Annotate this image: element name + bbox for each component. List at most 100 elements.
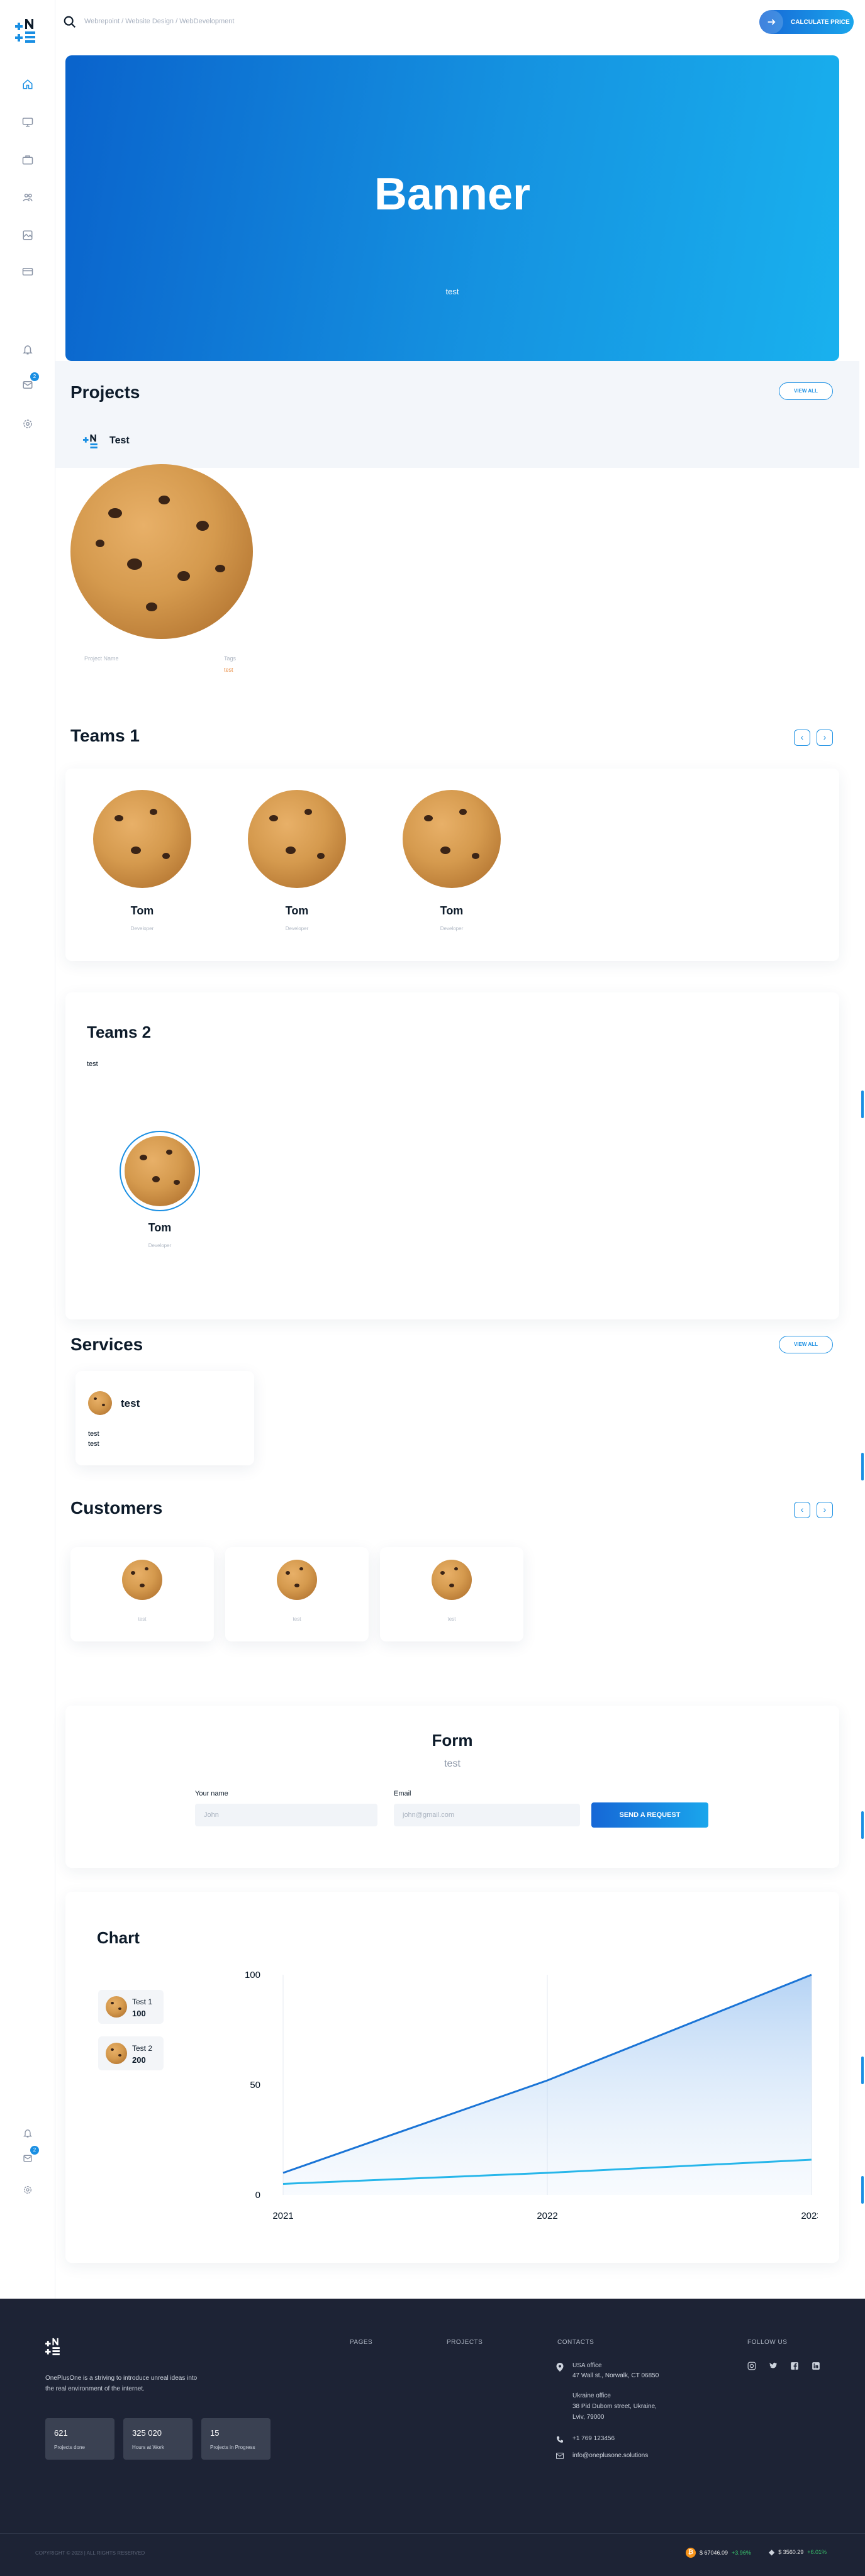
customer-card[interactable]: test — [225, 1547, 369, 1641]
usa-office-address: 47 Wall st., Norwalk, CT 06850 — [572, 2372, 659, 2379]
email-input[interactable] — [394, 1804, 580, 1826]
instagram-icon[interactable] — [747, 2362, 756, 2370]
customer-card[interactable]: test — [70, 1547, 214, 1641]
scroll-marker — [861, 1811, 864, 1839]
service-line: test — [88, 1430, 99, 1438]
teams1-title: Teams 1 — [70, 726, 140, 745]
customers-title: Customers — [70, 1498, 163, 1518]
card-icon[interactable] — [19, 263, 36, 280]
banner-title: Banner — [374, 169, 531, 219]
legend-name: Test 2 — [132, 2044, 153, 2053]
facebook-icon[interactable] — [790, 2362, 799, 2370]
legend-name: Test 1 — [132, 1997, 153, 2006]
email[interactable]: info@oneplusone.solutions — [572, 2450, 648, 2461]
teams2-title: Teams 2 — [87, 1023, 152, 1041]
monitor-icon[interactable] — [19, 113, 36, 131]
btc-change: +3.96% — [732, 2550, 751, 2556]
name-input[interactable] — [195, 1804, 377, 1826]
project-tag[interactable]: test — [224, 667, 233, 673]
footer-tagline: OnePlusOne is a striving to introduce un… — [45, 2375, 198, 2392]
y-tick-label: 100 — [245, 1970, 260, 1980]
breadcrumb[interactable]: Webrepoint / Website Design / WebDevelop… — [84, 18, 234, 25]
area-chart: 2021 2022 2023 0 50 100 — [245, 1970, 818, 2221]
teams1-prev-button[interactable]: ‹ — [794, 730, 810, 746]
team-member-role: Developer — [148, 1243, 172, 1248]
teams2-description: test — [87, 1060, 98, 1068]
footer-logo[interactable] — [45, 2336, 64, 2355]
service-name: test — [121, 1397, 140, 1409]
team-member-name: Tom — [130, 904, 154, 917]
scroll-marker — [861, 2057, 864, 2084]
customer-logo — [277, 1560, 317, 1600]
follow-heading: FOLLOW US — [747, 2339, 788, 2346]
stat-card: 15 Projects in Progress — [201, 2418, 271, 2460]
form-title: Form — [432, 1731, 473, 1750]
team-member-photo[interactable] — [248, 790, 346, 888]
phone[interactable]: +1 769 123456 — [572, 2433, 615, 2444]
gear-icon[interactable] — [19, 415, 36, 433]
service-line: test — [88, 1440, 99, 1448]
project-meta-label: Project Name — [84, 655, 119, 662]
eth-ticker: ◆ $ 3560.29 +6.01% — [769, 2548, 827, 2557]
twitter-icon[interactable] — [769, 2362, 778, 2370]
customers-next-button[interactable]: › — [817, 1502, 833, 1518]
users-icon[interactable] — [19, 189, 36, 206]
customer-name: test — [447, 1616, 456, 1622]
btc-ticker: ₿ $ 67046.09 +3.96% — [686, 2548, 751, 2558]
form-panel: Form test Your name Email SEND A REQUEST — [65, 1706, 839, 1868]
customer-card[interactable]: test — [380, 1547, 523, 1641]
email-icon — [556, 2453, 564, 2459]
mail-icon[interactable]: 2 — [19, 372, 39, 394]
projects-title: Projects — [70, 382, 140, 402]
mail-badge: 2 — [30, 2146, 39, 2155]
scroll-marker — [861, 1453, 864, 1480]
linkedin-icon[interactable] — [812, 2362, 820, 2370]
send-request-button[interactable]: SEND A REQUEST — [591, 1802, 708, 1828]
projects-view-all-button[interactable]: VIEW ALL — [779, 382, 833, 400]
customer-logo — [432, 1560, 472, 1600]
team-member-role: Developer — [440, 926, 464, 931]
stat-value: 325 020 — [132, 2428, 162, 2438]
team-member-photo[interactable] — [125, 1136, 195, 1206]
customers-prev-button[interactable]: ‹ — [794, 1502, 810, 1518]
search-icon[interactable] — [63, 15, 77, 29]
logo[interactable] — [15, 16, 42, 43]
team-member-name: Tom — [285, 904, 309, 917]
phone-icon — [557, 2436, 563, 2443]
chart-legend-item[interactable]: Test 2 200 — [98, 2036, 164, 2070]
banner: Banner test — [65, 55, 839, 361]
project-image[interactable] — [70, 464, 253, 639]
y-tick-label: 0 — [255, 2190, 260, 2201]
project-logo — [83, 434, 98, 448]
team-member-photo[interactable] — [403, 790, 501, 888]
form-subtitle: test — [444, 1758, 460, 1769]
project-name[interactable]: Test — [109, 435, 130, 447]
service-card[interactable] — [75, 1371, 254, 1465]
bell-icon[interactable] — [19, 341, 36, 358]
mail-icon[interactable]: 2 — [19, 2146, 39, 2167]
x-tick-label: 2023 — [801, 2211, 818, 2221]
stat-value: 15 — [210, 2428, 220, 2438]
image-icon[interactable] — [19, 226, 36, 244]
x-tick-label: 2021 — [272, 2211, 293, 2221]
team-member-photo[interactable] — [93, 790, 191, 888]
location-icon — [556, 2363, 564, 2372]
services-view-all-button[interactable]: VIEW ALL — [779, 1336, 833, 1353]
calculate-price-button[interactable]: CALCULATE PRICE — [759, 10, 854, 34]
services-title: Services — [70, 1335, 143, 1354]
scroll-marker — [861, 2176, 864, 2204]
chart-legend-item[interactable]: Test 1 100 — [98, 1990, 164, 2024]
gear-icon[interactable] — [19, 2181, 36, 2199]
bitcoin-icon: ₿ — [686, 2548, 696, 2558]
team-member-role: Developer — [130, 926, 154, 931]
bell-icon[interactable] — [19, 2124, 36, 2142]
scroll-marker — [861, 1091, 864, 1118]
eth-price: $ 3560.29 — [778, 2549, 804, 2555]
stat-label: Projects in Progress — [210, 2445, 255, 2450]
briefcase-icon[interactable] — [19, 151, 36, 169]
home-icon[interactable] — [19, 75, 36, 93]
footer: OnePlusOne is a striving to introduce un… — [0, 2299, 865, 2576]
ukraine-office-title: Ukraine office — [572, 2392, 611, 2399]
ethereum-icon: ◆ — [769, 2548, 775, 2557]
teams1-next-button[interactable]: › — [817, 730, 833, 746]
